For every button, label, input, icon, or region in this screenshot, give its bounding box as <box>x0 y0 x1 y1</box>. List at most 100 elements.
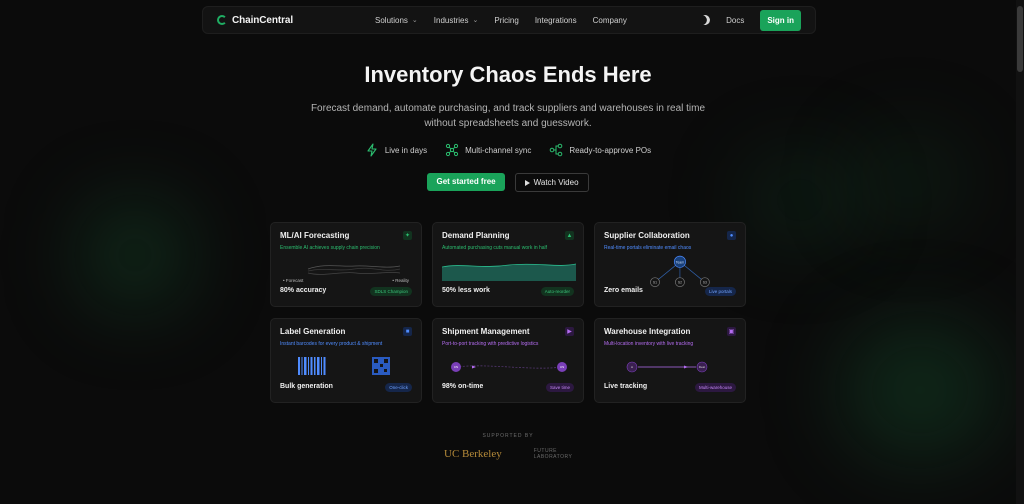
card-supplier-collaboration[interactable]: Supplier Collaboration Real-time portals… <box>594 222 746 307</box>
sign-in-button[interactable]: Sign in <box>760 9 801 31</box>
top-navigation: ChainCentral Solutions ⌄ Industries ⌄ Pric… <box>202 6 816 34</box>
menu-label: Integrations <box>534 15 577 25</box>
card-description: Automated purchasing cuts manual work in… <box>442 245 548 251</box>
card-badge: Multi-warehouse <box>694 383 736 392</box>
users-icon: ● <box>727 231 736 240</box>
card-description: Instant barcodes for every product & shi… <box>280 341 383 347</box>
watch-video-label: Watch Video <box>533 178 579 187</box>
card-label-generation[interactable]: Label Generation Instant barcodes for ev… <box>270 318 422 403</box>
hero-title: Inventory Chaos Ends Here <box>364 62 652 87</box>
card-description: Ensemble AI achieves supply chain precis… <box>280 245 380 251</box>
card-badge: Live portals <box>704 287 736 296</box>
background-glow <box>80 200 190 310</box>
node-s3: S3 <box>703 281 707 285</box>
hero-actions: Get started free Watch Video <box>0 173 1016 192</box>
warehouse-flow: A Dest <box>626 361 708 373</box>
card-stat: Live tracking <box>604 383 648 390</box>
menu-label: Solutions <box>375 15 408 25</box>
feature-label: Ready-to-approve POs <box>569 145 652 155</box>
menu-label: Industries <box>433 15 469 25</box>
node-origin: CN <box>454 365 458 369</box>
workflow-icon <box>550 143 563 157</box>
card-description: Port-to-port tracking with predictive lo… <box>442 341 539 347</box>
sparkle-icon: ✦ <box>403 231 412 240</box>
card-badge: One-click <box>385 383 412 392</box>
demand-area-chart <box>442 263 576 281</box>
subtitle-line: without spreadsheets and guesswork. <box>424 118 592 129</box>
bolt-icon <box>367 143 377 157</box>
background-glow <box>740 150 860 250</box>
main-menu: Solutions ⌄ Industries ⌄ Pricing Integrati… <box>375 16 643 25</box>
card-title: Label Generation <box>280 327 346 336</box>
subtitle-line: Forecast demand, automate purchasing, an… <box>310 103 706 114</box>
hero-subtitle: Forecast demand, automate purchasing, an… <box>290 101 726 131</box>
truck-icon: ▶ <box>565 327 574 336</box>
feature-label: Live in days <box>384 145 428 155</box>
uc-berkeley-logo: UC Berkeley <box>444 448 502 460</box>
card-title: Warehouse Integration <box>604 327 691 336</box>
card-ml-forecasting[interactable]: ML/AI Forecasting Ensemble AI achieves s… <box>270 222 422 307</box>
card-stat: Bulk generation <box>280 383 333 390</box>
node-source: A <box>631 365 633 369</box>
node-s2: S2 <box>678 281 682 285</box>
feature-list: Live in days Multi-channel sync Ready-to… <box>0 143 1016 157</box>
card-stat: Zero emails <box>604 287 643 294</box>
card-description: Multi-location inventory with live track… <box>604 341 694 347</box>
card-stat: 50% less work <box>442 287 490 294</box>
nav-actions: Docs Sign in <box>699 9 801 31</box>
background-glow <box>840 320 1000 460</box>
watch-video-button[interactable]: Watch Video <box>514 173 589 192</box>
barcode-visual <box>298 357 390 375</box>
card-warehouse-integration[interactable]: Warehouse Integration Multi-location inv… <box>594 318 746 403</box>
menu-pricing[interactable]: Pricing <box>494 16 518 25</box>
logo-icon <box>217 15 227 25</box>
legend-reality: • Reality <box>392 278 409 283</box>
play-icon <box>524 179 530 186</box>
card-badge: Auto-reorder <box>540 287 574 296</box>
brand-logo[interactable]: ChainCentral <box>217 15 293 26</box>
menu-integrations[interactable]: Integrations <box>535 16 577 25</box>
feature-ready-to-approve: Ready-to-approve POs <box>549 143 651 157</box>
node-destination: Dest <box>699 365 705 369</box>
card-stat: 80% accuracy <box>280 287 327 294</box>
card-title: Demand Planning <box>442 231 510 240</box>
supporter-logos: UC Berkeley FUTURE LABORATORY <box>444 448 572 460</box>
docs-link[interactable]: Docs <box>726 16 744 25</box>
menu-industries[interactable]: Industries ⌄ <box>434 16 479 25</box>
feature-live-in-days: Live in days <box>365 143 427 157</box>
chart-icon: ▲ <box>565 231 574 240</box>
node-destination: US <box>560 365 564 369</box>
card-title: ML/AI Forecasting <box>280 231 350 240</box>
chevron-down-icon: ⌄ <box>472 17 479 24</box>
card-badge: SDLS Champion <box>370 287 412 296</box>
node-team: Team <box>676 261 684 265</box>
menu-label: Company <box>592 15 627 25</box>
page-scrollbar[interactable] <box>1016 0 1024 504</box>
brand-name: ChainCentral <box>232 14 294 26</box>
warehouse-icon: ▣ <box>727 327 736 336</box>
menu-company[interactable]: Company <box>593 16 627 25</box>
card-title: Supplier Collaboration <box>604 231 690 240</box>
legend-forecast: • Forecast <box>283 278 304 283</box>
card-description: Real-time portals eliminate email chaos <box>604 245 692 251</box>
feature-multichannel-sync: Multi-channel sync <box>445 143 531 157</box>
future-laboratory-logo: FUTURE LABORATORY <box>534 448 573 460</box>
supported-by-label: SUPPORTED BY <box>482 433 534 439</box>
menu-label: Pricing <box>494 15 519 25</box>
supplier-network: Team S1 S2 S3 <box>650 255 710 288</box>
card-demand-planning[interactable]: Demand Planning Automated purchasing cut… <box>432 222 584 307</box>
shipment-route: CN US <box>451 362 567 372</box>
box-icon: ■ <box>403 327 412 336</box>
node-s1: S1 <box>653 281 657 285</box>
get-started-button[interactable]: Get started free <box>427 173 505 191</box>
card-shipment-management[interactable]: Shipment Management Port-to-port trackin… <box>432 318 584 403</box>
logo-line: LABORATORY <box>533 454 573 460</box>
card-stat: 98% on-time <box>442 383 484 390</box>
menu-solutions[interactable]: Solutions ⌄ <box>375 16 418 25</box>
feature-label: Multi-channel sync <box>465 145 532 155</box>
chevron-down-icon: ⌄ <box>411 17 418 24</box>
scrollbar-thumb[interactable] <box>1017 6 1023 72</box>
network-icon <box>445 143 459 157</box>
card-badge: Save time <box>545 383 574 392</box>
moon-icon[interactable] <box>699 14 712 27</box>
